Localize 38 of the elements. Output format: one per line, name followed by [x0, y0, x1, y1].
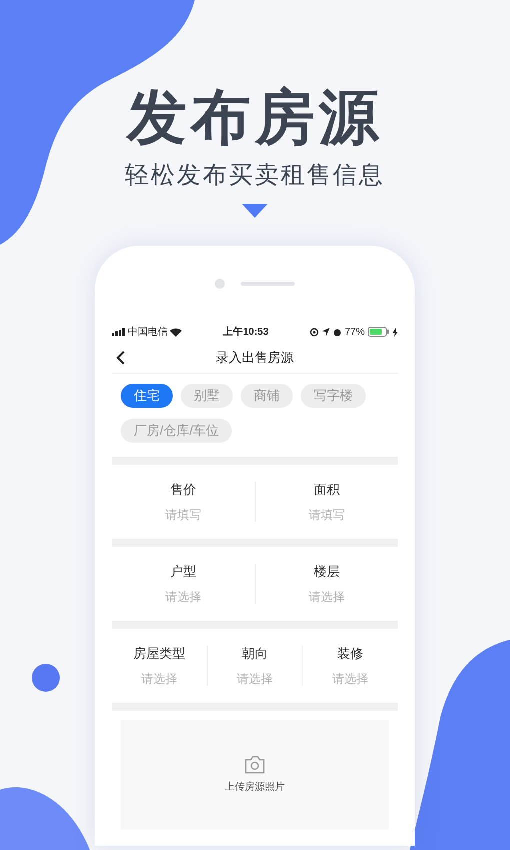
field-label: 户型: [170, 563, 196, 582]
field-input[interactable]: 请填写: [308, 506, 345, 524]
field-label: 售价: [170, 481, 196, 500]
category-tab[interactable]: 写字楼: [301, 384, 366, 408]
field-input[interactable]: 请选择: [237, 670, 273, 688]
upload-label: 上传房源照片: [225, 780, 285, 794]
field-label: 装修: [338, 645, 364, 664]
field-input[interactable]: 请选择: [308, 588, 345, 606]
category-tab[interactable]: 住宅: [121, 384, 173, 408]
field-input[interactable]: 请填写: [165, 506, 202, 524]
hero-subtitle: 轻松发布买卖租售信息: [125, 161, 385, 191]
battery-icon: [368, 327, 390, 337]
signal-icon: [112, 328, 126, 336]
camera-dot-icon: [215, 279, 225, 289]
lock-rotation-icon: [310, 328, 319, 336]
category-tab[interactable]: 商铺: [241, 384, 293, 408]
back-icon[interactable]: [116, 350, 126, 364]
field-label: 面积: [314, 481, 340, 500]
field-label: 房屋类型: [133, 645, 186, 664]
photo-upload-area[interactable]: 上传房源照片: [121, 720, 389, 830]
page-title: 录入出售房源: [216, 348, 294, 367]
category-tab[interactable]: 厂房/仓库/车位: [121, 419, 232, 443]
charging-icon: [393, 328, 398, 336]
location-icon: [322, 328, 330, 336]
time-text: 上午10:53: [223, 326, 269, 340]
field-label: 朝向: [242, 645, 268, 664]
field-input[interactable]: 请选择: [141, 670, 178, 688]
category-tab[interactable]: 别墅: [181, 384, 233, 408]
battery-percent: 77%: [344, 326, 365, 340]
ball-decoration: [32, 664, 60, 692]
hero-title: 发布房源: [127, 83, 383, 153]
field-label: 楼层: [314, 563, 340, 582]
down-triangle-icon: [242, 204, 268, 218]
wifi-icon: [170, 328, 182, 336]
field-input[interactable]: 请选择: [165, 588, 202, 606]
carrier-text: 中国电信: [128, 326, 168, 340]
field-input[interactable]: 请选择: [332, 670, 369, 688]
camera-icon: [245, 756, 265, 774]
